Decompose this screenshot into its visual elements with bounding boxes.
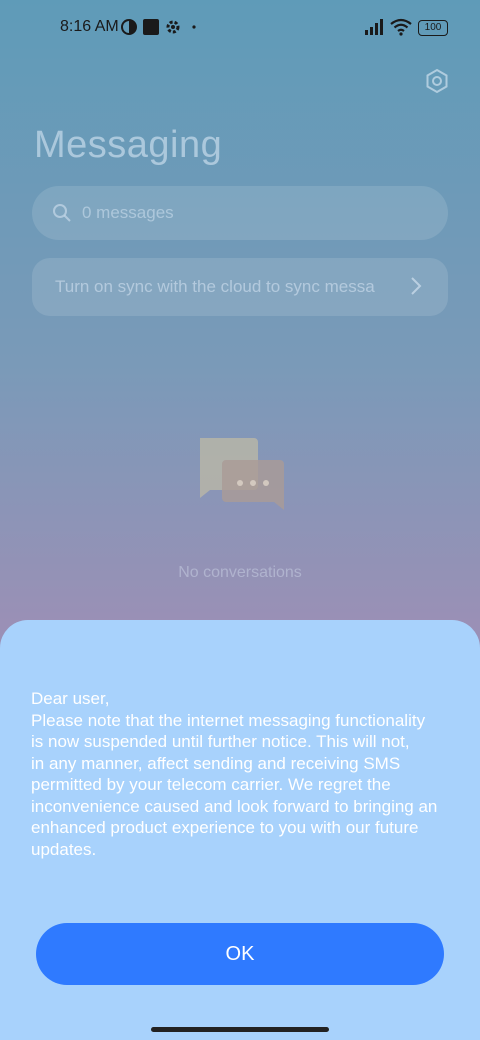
- battery-icon: 100: [418, 20, 448, 36]
- signal-icon: [365, 19, 383, 35]
- empty-state-text: No conversations: [178, 564, 302, 581]
- page-title: Messaging: [34, 124, 223, 166]
- cloud-sync-text: Turn on sync with the cloud to sync mess…: [55, 277, 375, 296]
- dialog-message-line: in any manner, affect sending and receiv…: [31, 753, 401, 773]
- data-saver-icon: [121, 19, 137, 35]
- settings-gear-icon[interactable]: [424, 68, 450, 94]
- dialog-message: Dear user, Please note that the internet…: [31, 688, 461, 860]
- dialog-message-line: Please note that the internet messaging …: [31, 710, 426, 730]
- battery-level: 100: [424, 22, 442, 33]
- dialog-message-line: inconvenience caused and look forward to…: [31, 796, 438, 816]
- search-placeholder: 0 messages: [82, 203, 174, 222]
- home-indicator[interactable]: [151, 1027, 329, 1032]
- dialog-message-line: Dear user,: [31, 689, 110, 708]
- dialog-message-line: enhanced product experience to you with …: [31, 818, 419, 837]
- dialog-message-line: updates.: [31, 839, 97, 859]
- app-notification-icon: [143, 19, 159, 35]
- search-icon: [53, 204, 71, 222]
- more-notifications-dot-icon: [192, 25, 196, 29]
- dialog-message-line: is now suspended until further notice. T…: [31, 732, 410, 751]
- wifi-icon: [390, 18, 412, 36]
- dialog-message-line: permitted by your telecom carrier. We re…: [31, 775, 391, 794]
- conversations-empty-icon: [200, 438, 284, 510]
- chevron-right-icon: [411, 277, 422, 295]
- settings-notification-icon: [166, 20, 180, 34]
- status-time: 8:16 AM: [60, 18, 119, 35]
- ok-button[interactable]: OK: [36, 923, 444, 985]
- status-bar: 8:16 AM 100: [0, 0, 480, 56]
